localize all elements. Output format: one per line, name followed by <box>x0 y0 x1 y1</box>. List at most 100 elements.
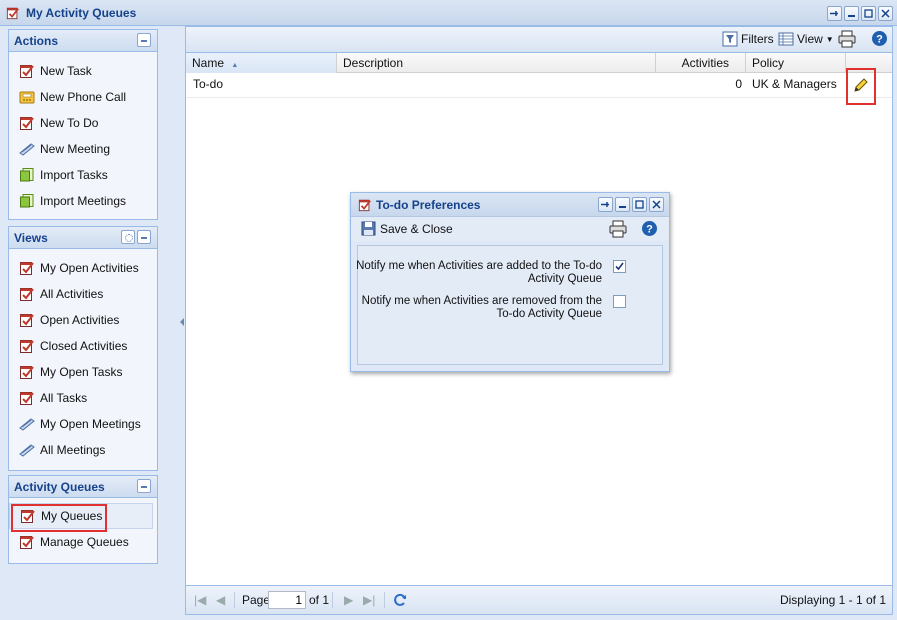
save-close-button[interactable]: Save & Close <box>361 221 453 236</box>
page-label: Page <box>242 593 271 607</box>
page-number-input[interactable] <box>268 591 306 609</box>
sidebar-item-new-meeting[interactable]: New Meeting <box>9 136 157 162</box>
row-name: To-do <box>193 77 224 91</box>
splitter-collapse-arrow[interactable] <box>180 318 184 326</box>
grid-view-icon <box>778 32 794 46</box>
collapse-queues-button[interactable] <box>137 479 151 493</box>
dialog-maximize-icon[interactable] <box>632 197 647 212</box>
column-header-description[interactable]: Description <box>337 53 656 73</box>
sidebar-item-new-to-do[interactable]: New To Do <box>9 110 157 136</box>
task-icon <box>20 508 36 524</box>
window-title-bar: My Activity Queues <box>0 0 897 26</box>
table-row[interactable]: To-do 0 UK & Managers <box>186 73 892 98</box>
notify-removed-checkbox[interactable] <box>613 295 626 308</box>
svg-text:?: ? <box>646 224 653 236</box>
sidebar-item-label: Open Activities <box>40 313 120 327</box>
sidebar-item-new-task[interactable]: New Task <box>9 58 157 84</box>
dialog-title-bar: To-do Preferences <box>351 193 669 217</box>
pencil-edit-icon[interactable] <box>853 77 869 93</box>
phone-call-icon <box>19 89 35 105</box>
filters-label: Filters <box>741 32 774 46</box>
sidebar-item-my-open-tasks[interactable]: My Open Tasks <box>9 359 157 385</box>
dialog-title: To-do Preferences <box>376 198 481 212</box>
dialog-print-button[interactable] <box>609 220 627 238</box>
sidebar-item-my-open-meetings[interactable]: My Open Meetings <box>9 411 157 437</box>
sidebar-item-open-activities[interactable]: Open Activities <box>9 307 157 333</box>
svg-text:?: ? <box>876 34 883 46</box>
views-panel: Views My Open Activities All Activities Op… <box>8 226 158 471</box>
import-icon <box>19 193 35 209</box>
dialog-toolbar: Save & Close ? <box>351 217 669 241</box>
row-policy: UK & Managers <box>752 77 837 91</box>
sidebar-item-closed-activities[interactable]: Closed Activities <box>9 333 157 359</box>
collapse-views-button[interactable] <box>137 230 151 244</box>
close-icon[interactable] <box>878 6 893 21</box>
queues-panel-title: Activity Queues <box>14 480 105 494</box>
sidebar-item-all-tasks[interactable]: All Tasks <box>9 385 157 411</box>
grid-toolbar: Filters View ▼ ? <box>186 27 892 53</box>
gear-icon[interactable] <box>121 230 135 244</box>
dialog-pin-icon[interactable] <box>598 197 613 212</box>
meeting-icon <box>19 442 35 458</box>
task-icon <box>19 338 35 354</box>
sidebar-item-my-queues[interactable]: My Queues <box>9 503 153 529</box>
sidebar-item-import-tasks[interactable]: Import Tasks <box>9 162 157 188</box>
queues-panel: Activity Queues My Queues Manage Queues <box>8 475 158 564</box>
sidebar-item-import-meetings[interactable]: Import Meetings <box>9 188 157 214</box>
dialog-body: Notify me when Activities are added to t… <box>356 245 663 365</box>
meeting-icon <box>19 141 35 157</box>
notify-added-checkbox[interactable] <box>613 260 626 273</box>
refresh-icon[interactable] <box>392 592 408 608</box>
dialog-close-icon[interactable] <box>649 197 664 212</box>
task-icon <box>19 534 35 550</box>
help-button[interactable]: ? <box>871 30 888 47</box>
next-page-icon[interactable]: ▶ <box>344 593 353 607</box>
pagination-bar: |◀ ◀ Page of 1 ▶ ▶| Displaying 1 - 1 of … <box>186 585 892 614</box>
prev-page-icon[interactable]: ◀ <box>216 593 225 607</box>
save-icon <box>361 221 376 236</box>
sidebar-item-manage-queues[interactable]: Manage Queues <box>9 529 157 555</box>
print-icon <box>838 30 856 48</box>
activity-queues-icon <box>6 6 20 20</box>
sidebar-item-label: My Queues <box>41 509 103 523</box>
view-dropdown-button[interactable]: View ▼ <box>778 31 834 47</box>
maximize-icon[interactable] <box>861 6 876 21</box>
sidebar-item-label: My Open Activities <box>40 261 139 275</box>
todo-icon <box>19 115 35 131</box>
notify-added-label: Notify me when Activities are added to t… <box>356 260 602 285</box>
task-icon <box>19 390 35 406</box>
dialog-help-button[interactable]: ? <box>641 220 658 237</box>
column-header-activities[interactable]: Activities <box>656 53 746 73</box>
sort-ascending-icon: ▲ <box>231 62 239 69</box>
sidebar-item-my-open-activities[interactable]: My Open Activities <box>9 255 157 281</box>
print-button[interactable] <box>838 30 856 48</box>
task-icon <box>19 364 35 380</box>
sidebar-item-label: New Task <box>40 64 92 78</box>
minimize-icon[interactable] <box>844 6 859 21</box>
sidebar-item-all-activities[interactable]: All Activities <box>9 281 157 307</box>
task-icon <box>19 312 35 328</box>
views-panel-title: Views <box>14 231 48 245</box>
sidebar-item-new-phone-call[interactable]: New Phone Call <box>9 84 157 110</box>
sidebar-item-label: All Tasks <box>40 391 88 405</box>
filters-button[interactable]: Filters <box>722 31 774 47</box>
sidebar-item-label: All Meetings <box>40 443 106 457</box>
grid-header: Name ▲ Description Activities Policy <box>186 53 892 73</box>
views-panel-header: Views <box>9 227 157 249</box>
sidebar-item-all-meetings[interactable]: All Meetings <box>9 437 157 463</box>
last-page-icon[interactable]: ▶| <box>363 593 375 607</box>
checkmark-icon <box>615 262 624 271</box>
column-header-name[interactable]: Name ▲ <box>186 53 337 73</box>
sidebar-item-label: Import Tasks <box>40 168 108 182</box>
collapse-actions-button[interactable] <box>137 33 151 47</box>
dialog-minimize-icon[interactable] <box>615 197 630 212</box>
dialog-print-icon <box>609 220 627 238</box>
help-icon: ? <box>872 31 887 46</box>
notify-removed-label: Notify me when Activities are removed fr… <box>361 295 602 320</box>
actions-panel: Actions New Task New Phone Call New To Do N… <box>8 29 158 220</box>
pin-icon[interactable] <box>827 6 842 21</box>
sidebar-item-label: New Meeting <box>40 142 111 156</box>
column-header-policy[interactable]: Policy <box>746 53 846 73</box>
sidebar-item-label: New To Do <box>40 116 99 130</box>
first-page-icon[interactable]: |◀ <box>194 593 206 607</box>
